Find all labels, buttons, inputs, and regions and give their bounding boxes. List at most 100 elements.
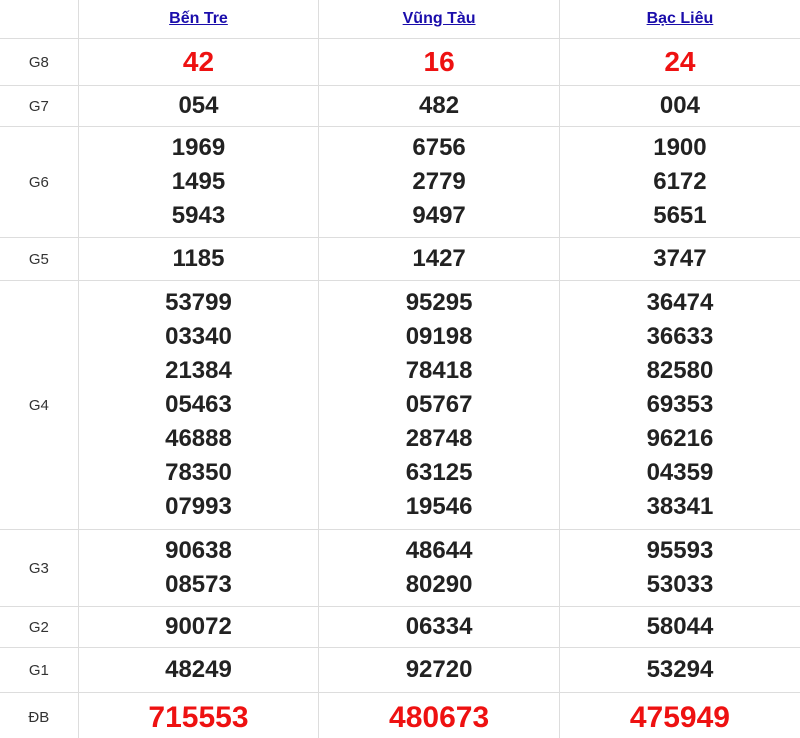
prize-row-g1: G1 48249 92720 53294: [0, 647, 800, 693]
prize-label: G8: [0, 38, 79, 86]
prize-number: 06334: [405, 613, 473, 640]
prize-number: 95593: [646, 537, 714, 564]
prize-number: 53033: [646, 571, 714, 598]
prize-row-g3: G3 90638 08573 48644 80290 95593 53033: [0, 529, 800, 607]
prize-cell: 53799 03340 21384 05463 46888 78350 0799…: [77, 280, 320, 530]
prize-cell: 3747: [558, 237, 800, 281]
prize-cell: 004: [558, 85, 800, 127]
prize-cell: 48644 80290: [318, 529, 560, 607]
special-prize-cell: 715553: [77, 692, 320, 738]
prize-number: 78418: [405, 357, 473, 384]
prize-label: G7: [0, 85, 79, 127]
prize-number: 24: [664, 46, 696, 77]
prize-number: 482: [419, 92, 460, 119]
prize-number: 38341: [646, 493, 714, 520]
prize-cell: 90638 08573: [77, 529, 320, 607]
prize-row-g2: G2 90072 06334 58044: [0, 606, 800, 648]
prize-number: 36633: [646, 323, 714, 350]
prize-number: 19546: [405, 493, 473, 520]
prize-row-g5: G5 1185 1427 3747: [0, 237, 800, 281]
prize-cell: 16: [318, 38, 560, 86]
prize-number: 004: [659, 92, 700, 119]
prize-number: 90638: [165, 537, 232, 564]
prize-number: 1495: [171, 168, 226, 195]
prize-label: G6: [0, 126, 79, 238]
prize-label: ĐB: [0, 692, 79, 738]
province-link-vung-tau[interactable]: Vũng Tàu: [403, 10, 476, 27]
special-prize-number: 480673: [389, 700, 490, 734]
prize-number: 96216: [646, 425, 714, 452]
prize-row-g4: G4 53799 03340 21384 05463 46888 78350 0…: [0, 280, 800, 530]
prize-number: 42: [182, 46, 215, 77]
prize-number: 1185: [172, 245, 225, 272]
prize-cell: 054: [77, 85, 320, 127]
prize-cell: 95295 09198 78418 05767 28748 63125 1954…: [318, 280, 560, 530]
prize-number: 5651: [653, 202, 707, 229]
prize-number: 05463: [165, 391, 232, 418]
prize-cell: 95593 53033: [558, 529, 800, 607]
prize-label: G3: [0, 529, 79, 607]
prize-number: 90072: [165, 613, 232, 640]
prize-number: 80290: [405, 571, 473, 598]
prize-cell: 6756 2779 9497: [318, 126, 560, 238]
prize-cell: 58044: [558, 606, 800, 648]
prize-cell: 36474 36633 82580 69353 96216 04359 3834…: [558, 280, 800, 530]
header-corner: [0, 0, 79, 39]
prize-cell: 482: [318, 85, 560, 127]
header-row: Bến Tre Vũng Tàu Bạc Liêu: [0, 0, 800, 39]
prize-number: 1427: [412, 245, 466, 272]
prize-cell: 1185: [77, 237, 320, 281]
prize-number: 6756: [412, 134, 466, 161]
prize-number: 08573: [165, 571, 232, 598]
prize-row-g6: G6 1969 1495 5943 6756 2779 9497 1900 61…: [0, 126, 800, 238]
prize-number: 09198: [405, 323, 473, 350]
prize-row-g8: G8 42 16 24: [0, 38, 800, 86]
prize-cell: 1427: [318, 237, 560, 281]
prize-number: 03340: [165, 323, 232, 350]
prize-number: 1969: [171, 134, 226, 161]
prize-number: 05767: [405, 391, 473, 418]
prize-row-special: ĐB 715553 480673 475949: [0, 692, 800, 738]
prize-cell: 90072: [77, 606, 320, 648]
prize-label: G1: [0, 647, 79, 693]
prize-number: 16: [423, 46, 455, 77]
prize-cell: 1969 1495 5943: [77, 126, 320, 238]
prize-number: 054: [178, 92, 219, 119]
prize-number: 53799: [165, 289, 232, 316]
prize-number: 5943: [171, 202, 226, 229]
prize-number: 69353: [646, 391, 714, 418]
prize-label: G5: [0, 237, 79, 281]
province-link-bac-lieu[interactable]: Bạc Liêu: [647, 10, 714, 27]
prize-label: G4: [0, 280, 79, 530]
prize-cell: 48249: [77, 647, 320, 693]
prize-number: 48644: [405, 537, 473, 564]
province-link-ben-tre[interactable]: Bến Tre: [169, 10, 228, 27]
prize-number: 28748: [405, 425, 473, 452]
prize-number: 21384: [165, 357, 232, 384]
prize-label: G2: [0, 606, 79, 648]
prize-number: 82580: [646, 357, 714, 384]
prize-cell: 24: [558, 38, 800, 86]
prize-number: 07993: [165, 493, 232, 520]
prize-number: 53294: [646, 656, 714, 683]
prize-cell: 42: [77, 38, 320, 86]
special-prize-cell: 480673: [318, 692, 560, 738]
prize-cell: 06334: [318, 606, 560, 648]
prize-number: 63125: [405, 459, 473, 486]
prize-number: 2779: [412, 168, 466, 195]
special-prize-number: 715553: [148, 700, 249, 734]
special-prize-number: 475949: [629, 700, 730, 734]
prize-cell: 1900 6172 5651: [558, 126, 800, 238]
prize-number: 58044: [646, 613, 714, 640]
prize-cell: 92720: [318, 647, 560, 693]
prize-number: 92720: [405, 656, 473, 683]
prize-number: 36474: [646, 289, 714, 316]
prize-number: 9497: [412, 202, 466, 229]
prize-number: 04359: [646, 459, 714, 486]
prize-number: 46888: [165, 425, 232, 452]
prize-number: 48249: [165, 656, 232, 683]
prize-row-g7: G7 054 482 004: [0, 85, 800, 127]
prize-number: 1900: [653, 134, 707, 161]
prize-number: 6172: [653, 168, 707, 195]
prize-number: 95295: [405, 289, 473, 316]
